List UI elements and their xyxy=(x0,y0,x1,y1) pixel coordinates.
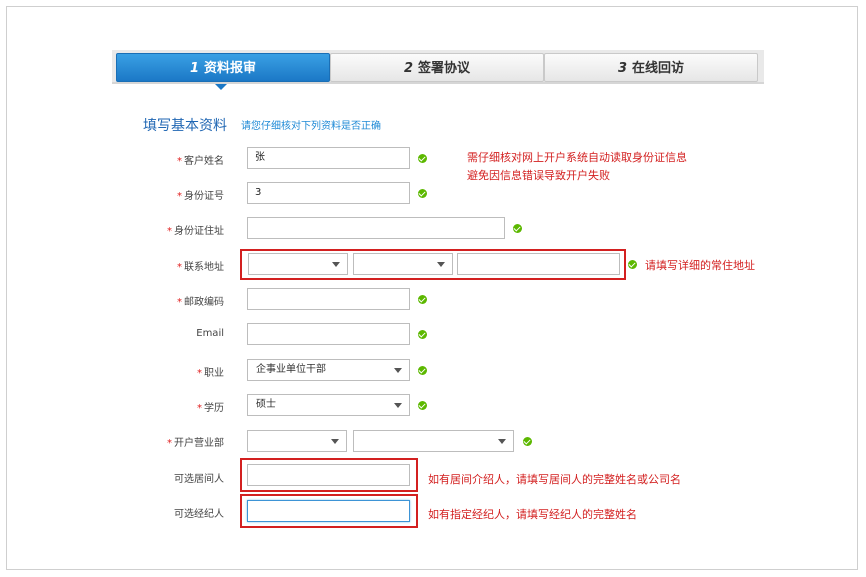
step-2-number: 2 xyxy=(403,61,414,76)
intermediary-note: 如有居间介绍人，请填写居间人的完整姓名或公司名 xyxy=(428,473,681,486)
id-note-line2: 避免因信息错误导致开户失败 xyxy=(467,169,610,182)
job-select[interactable]: 企事业单位干部 xyxy=(247,359,410,381)
step-3-tab[interactable]: 3 在线回访 xyxy=(544,53,758,82)
required-mark: * xyxy=(177,297,182,308)
id-address-valid-check-icon xyxy=(513,224,522,233)
active-step-pointer-icon xyxy=(215,84,227,90)
id-number-label: * 身份证号 xyxy=(177,191,224,202)
step-bar: 1 资料报审 2 签署协议 3 在线回访 xyxy=(112,50,764,84)
chevron-down-icon xyxy=(394,368,402,373)
required-mark: * xyxy=(177,156,182,167)
section-title: 填写基本资料 xyxy=(143,118,227,134)
section-hint: 请您仔细核对下列资料是否正确 xyxy=(241,121,381,132)
step-1-label: 资料报审 xyxy=(204,61,257,76)
required-mark: * xyxy=(177,191,182,202)
chevron-down-icon xyxy=(437,262,445,267)
branch-label: * 开户营业部 xyxy=(167,438,224,449)
name-input[interactable]: 张 xyxy=(247,147,410,169)
name-label: * 客户姓名 xyxy=(177,156,224,167)
broker-input[interactable] xyxy=(247,500,410,522)
education-label: * 学历 xyxy=(197,403,224,414)
chevron-down-icon xyxy=(332,262,340,267)
branch-valid-check-icon xyxy=(523,437,532,446)
branch-city-select[interactable] xyxy=(247,430,347,452)
chevron-down-icon xyxy=(394,403,402,408)
education-select[interactable]: 硕士 xyxy=(247,394,410,416)
contact-address-valid-check-icon xyxy=(628,260,637,269)
required-mark: * xyxy=(177,262,182,273)
broker-label: 可选经纪人 xyxy=(174,509,224,520)
broker-note: 如有指定经纪人，请填写经纪人的完整姓名 xyxy=(428,508,637,521)
province-select[interactable] xyxy=(248,253,348,275)
postcode-input[interactable] xyxy=(247,288,410,310)
id-address-input[interactable] xyxy=(247,217,505,239)
chevron-down-icon xyxy=(331,439,339,444)
branch-select[interactable] xyxy=(353,430,514,452)
step-2-label: 签署协议 xyxy=(418,61,471,76)
step-3-number: 3 xyxy=(617,61,628,76)
postcode-valid-check-icon xyxy=(418,295,427,304)
job-valid-check-icon xyxy=(418,366,427,375)
postcode-label: * 邮政编码 xyxy=(177,297,224,308)
name-valid-check-icon xyxy=(418,154,427,163)
required-mark: * xyxy=(167,438,172,449)
step-1-number: 1 xyxy=(189,61,200,76)
email-input[interactable] xyxy=(247,323,410,345)
email-valid-check-icon xyxy=(418,330,427,339)
intermediary-label: 可选居间人 xyxy=(174,474,224,485)
education-valid-check-icon xyxy=(418,401,427,410)
contact-address-label: * 联系地址 xyxy=(177,262,224,273)
city-select[interactable] xyxy=(353,253,453,275)
email-label: Email xyxy=(196,328,224,339)
id-address-label: * 身份证住址 xyxy=(167,226,224,237)
address-note: 请填写详细的常住地址 xyxy=(645,259,755,272)
id-note-line1: 需仔细核对网上开户系统自动读取身份证信息 xyxy=(467,151,687,164)
step-1-tab[interactable]: 1 资料报审 xyxy=(116,53,330,82)
required-mark: * xyxy=(167,226,172,237)
intermediary-input[interactable] xyxy=(247,464,410,486)
required-mark: * xyxy=(197,403,202,414)
job-label: * 职业 xyxy=(197,368,224,379)
required-mark: * xyxy=(197,368,202,379)
chevron-down-icon xyxy=(498,439,506,444)
step-2-tab[interactable]: 2 签署协议 xyxy=(330,53,544,82)
contact-address-detail-input[interactable] xyxy=(457,253,620,275)
id-number-input[interactable]: 3 xyxy=(247,182,410,204)
step-3-label: 在线回访 xyxy=(632,61,685,76)
id-number-valid-check-icon xyxy=(418,189,427,198)
